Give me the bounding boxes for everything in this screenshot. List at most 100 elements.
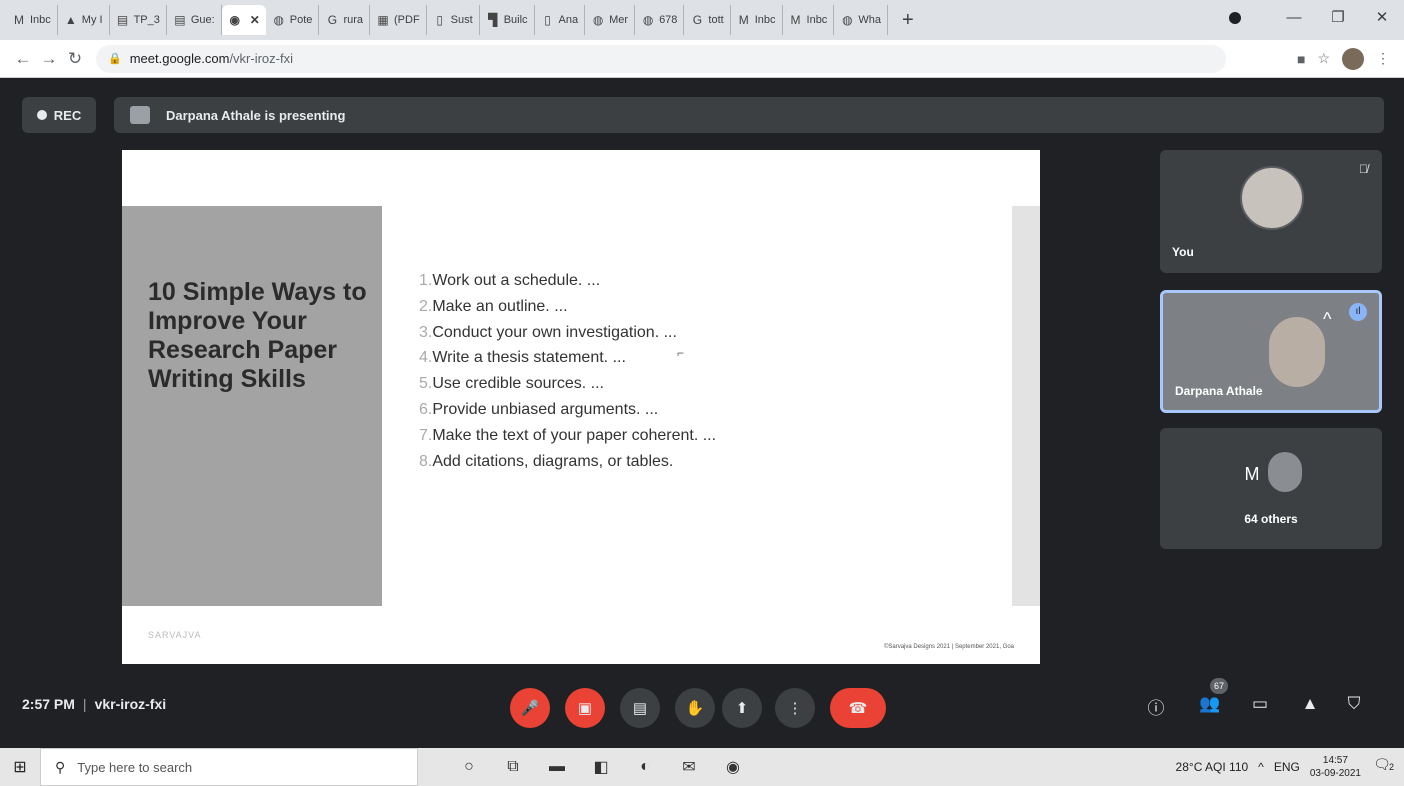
mouse-cursor-icon: ⌐ — [677, 346, 685, 360]
meeting-code: vkr-iroz-fxi — [94, 696, 167, 712]
back-icon[interactable]: ← — [10, 49, 36, 69]
recording-label: REC — [53, 107, 82, 123]
browser-tab[interactable]: ▦ (PDF — [370, 5, 427, 35]
camera-toggle-button[interactable]: ▣ — [565, 688, 605, 728]
profile-avatar[interactable] — [1342, 47, 1364, 70]
browser-tab-label: Mer — [609, 14, 629, 26]
browser-tab[interactable]: ◍ Mer — [585, 5, 636, 35]
chevron-up-icon[interactable]: ^ — [1258, 760, 1264, 774]
close-icon[interactable]: ✕ — [1360, 8, 1404, 26]
recording-badge[interactable]: REC — [22, 97, 96, 133]
hand-icon: ✋ — [685, 700, 705, 717]
list-item-text: Make an outline. ... — [432, 297, 568, 315]
camera-off-icon: ▣ — [577, 700, 593, 717]
restore-icon[interactable]: ❐ — [1316, 8, 1360, 26]
language-indicator[interactable]: ENG — [1274, 760, 1300, 774]
browser-tab[interactable]: ▯ Ana — [535, 5, 586, 35]
taskbar-clock[interactable]: 14:57 03-09-2021 — [1310, 754, 1361, 780]
captions-button[interactable]: ▤ — [620, 688, 660, 728]
browser-tab-label: tott — [708, 14, 724, 26]
page-icon: ▯ — [436, 13, 443, 27]
participant-tile-you[interactable]: 🎙̸ You — [1160, 150, 1382, 273]
meeting-details-icon[interactable]: ⓘ — [1142, 694, 1170, 719]
browser-tab[interactable]: ◍ Wha — [834, 5, 888, 35]
browser-tab[interactable]: M Inbc — [783, 5, 835, 35]
clock-date: 03-09-2021 — [1309, 768, 1361, 779]
list-item-text: Use credible sources. ... — [432, 375, 604, 393]
minimize-icon[interactable]: — — [1272, 9, 1316, 26]
slide-footer-logo: SARVAJVA — [148, 630, 202, 640]
file-explorer-icon[interactable]: ▬ — [546, 758, 568, 776]
chat-icon[interactable]: ▭ — [1246, 694, 1274, 714]
shared-screen-slide: 10 Simple Ways to Improve Your Research … — [122, 150, 1040, 664]
list-item-number: 1. — [419, 272, 433, 289]
host-controls-icon[interactable]: ⛉ — [1340, 694, 1368, 714]
reload-icon[interactable]: ↻ — [62, 49, 88, 69]
taskbar-search-input[interactable]: ⚲ Type here to search — [40, 748, 418, 786]
hang-up-icon: ☎ — [848, 700, 868, 717]
activities-icon[interactable]: ▲ — [1296, 694, 1324, 714]
people-icon[interactable]: 👥 — [1196, 694, 1224, 714]
participant-tile-presenter[interactable]: ^ ıl Darpana Athale — [1160, 290, 1382, 413]
tab-close-icon[interactable]: ✕ — [250, 13, 260, 27]
list-item-number: 8. — [419, 452, 433, 470]
list-item-number: 7. — [419, 426, 433, 444]
list-item-number: 6. — [419, 400, 433, 418]
new-tab-button[interactable]: + — [888, 9, 928, 32]
bookmark-star-icon[interactable]: ☆ — [1317, 50, 1330, 67]
search-placeholder: Type here to search — [77, 759, 193, 775]
raise-hand-button[interactable]: ✋ — [675, 688, 715, 728]
cortana-icon[interactable]: ○ — [458, 758, 480, 776]
browser-menu-icon[interactable]: ⋮ — [1376, 50, 1390, 67]
captions-icon: ▤ — [632, 700, 648, 717]
browser-tab[interactable]: Grura — [319, 5, 370, 35]
globe-icon: ◍ — [842, 13, 853, 27]
browser-tab-label: Sust — [450, 14, 473, 26]
browser-tab-label: Wha — [858, 14, 881, 26]
presenting-text: Darpana Athale is presenting — [166, 107, 346, 123]
gmail-icon: M — [790, 13, 801, 27]
weather-text[interactable]: 28°C AQI 110 — [1176, 760, 1249, 774]
more-options-button[interactable]: ⋮ — [775, 688, 815, 728]
list-item-text: Provide unbiased arguments. ... — [432, 400, 659, 418]
browser-tab[interactable]: ▤ TP_3 — [110, 5, 167, 35]
browser-tab[interactable]: ▯ Sust — [427, 5, 480, 35]
chrome-extension-record-icon[interactable] — [1229, 12, 1241, 24]
chrome-icon[interactable]: ◉ — [722, 757, 744, 777]
windows-start-icon[interactable]: ⊞ — [0, 757, 40, 777]
list-item-number: 2. — [419, 297, 433, 315]
list-item-text: Make the text of your paper coherent. ..… — [432, 426, 717, 444]
list-item-text: Write a thesis statement. ... — [432, 349, 626, 367]
participant-tile-others[interactable]: M 64 others — [1160, 428, 1382, 549]
camera-in-use-icon[interactable]: ■ — [1297, 51, 1305, 67]
browser-tab[interactable]: ▲ My I — [58, 5, 110, 35]
list-item: 5.Use credible sources. ... — [419, 371, 716, 397]
chevron-up-icon[interactable]: ^ — [1323, 309, 1331, 330]
browser-tab[interactable]: ◍ Pote — [266, 5, 320, 35]
browser-tab[interactable]: M Inbc — [731, 5, 783, 35]
browser-tab-label: Gue: — [190, 14, 215, 26]
task-view-icon[interactable]: ⧉ — [502, 758, 524, 776]
mic-toggle-button[interactable]: 🎤 — [510, 688, 550, 728]
browser-tab-label: Pote — [289, 14, 313, 26]
forward-icon[interactable]: → — [36, 49, 62, 69]
edge-icon[interactable]: ◐ — [634, 758, 656, 776]
search-icon: ⚲ — [55, 758, 66, 775]
browser-tab[interactable]: ◍ 678 — [635, 5, 685, 35]
browser-tab[interactable]: ◉ ✕ — [221, 5, 266, 35]
browser-tab-label: Builc — [503, 14, 528, 26]
present-screen-button[interactable]: ⬆ — [722, 688, 762, 728]
browser-tab[interactable]: M Inbc — [6, 5, 58, 35]
mail-icon[interactable]: ✉ — [678, 757, 700, 777]
browser-tab[interactable]: ▤ Gue: — [167, 5, 222, 35]
list-item-number: 4. — [419, 349, 433, 367]
presenting-banner: Darpana Athale is presenting — [114, 97, 1384, 133]
browser-tab-label: Inbc — [754, 14, 776, 26]
url-input[interactable]: 🔒 meet.google.com/vkr-iroz-fxi — [96, 44, 1226, 73]
list-item: 4.Write a thesis statement. ... — [419, 345, 716, 371]
leave-call-button[interactable]: ☎ — [830, 688, 886, 728]
slide-list: 1.Work out a schedule. ... 2.Make an outl… — [419, 268, 716, 474]
browser-tab[interactable]: Gtott — [684, 5, 731, 35]
browser-tab[interactable]: ▜ Builc — [480, 5, 535, 35]
office-icon[interactable]: ◧ — [590, 757, 612, 777]
